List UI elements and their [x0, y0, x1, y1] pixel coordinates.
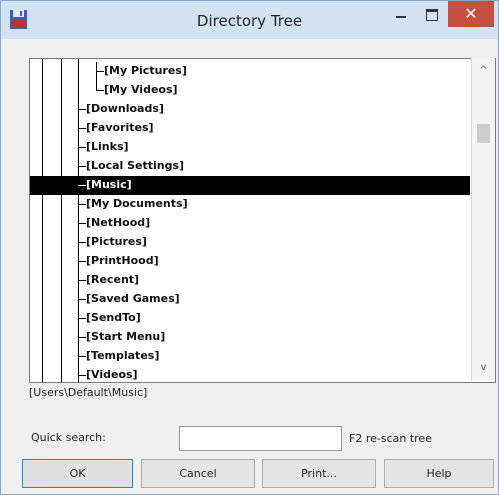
tree-item-label: [Local Settings]	[86, 159, 185, 172]
tree-branch-line	[78, 337, 86, 338]
minimize-icon	[396, 16, 406, 18]
tree-branch-line	[78, 166, 86, 167]
tree-item[interactable]: [Favorites]	[30, 119, 470, 138]
tree-branch-line	[78, 223, 86, 224]
maximize-icon	[426, 9, 438, 21]
tree-item-label: [My Pictures]	[104, 64, 187, 77]
tree-branch-line	[96, 81, 97, 91]
tree-branch-line	[78, 356, 86, 357]
directory-tree[interactable]: [My Pictures] [My Videos] [Downloads] [Favo…	[29, 58, 496, 383]
title-bar[interactable]: Directory Tree ✕	[1, 1, 498, 39]
tree-branch-line	[78, 280, 86, 281]
maximize-button[interactable]	[417, 1, 447, 27]
tree-item[interactable]: [Videos]	[30, 366, 470, 382]
tree-item-label: [My Documents]	[86, 197, 188, 210]
quick-search-label: Quick search:	[31, 431, 106, 444]
scroll-thumb[interactable]	[477, 124, 490, 143]
tree-branch-line	[78, 204, 86, 205]
tree-item-label: [My Videos]	[104, 83, 178, 96]
tree-branch-line	[78, 318, 86, 319]
tree-branch-line	[78, 242, 86, 243]
tree-item[interactable]: [Templates]	[30, 347, 470, 366]
tree-item[interactable]: [Downloads]	[30, 100, 470, 119]
tree-item[interactable]: [Recent]	[30, 271, 470, 290]
tree-branch-line	[78, 185, 86, 186]
close-icon: ✕	[464, 4, 478, 23]
tree-item-label: [Pictures]	[86, 235, 147, 248]
close-button[interactable]: ✕	[448, 1, 494, 27]
tree-item[interactable]: [Saved Games]	[30, 290, 470, 309]
tree-branch-line	[78, 261, 86, 262]
tree-item-label: [PrintHood]	[86, 254, 159, 267]
tree-item[interactable]: [Local Settings]	[30, 157, 470, 176]
tree-branch-line	[78, 299, 86, 300]
ok-button[interactable]: OK	[22, 459, 133, 488]
directory-tree-window: Directory Tree ✕ [My Pictures] [My Videos…	[0, 0, 499, 495]
tree-item-label: [Templates]	[86, 349, 160, 362]
quick-search-input[interactable]	[179, 426, 342, 451]
tree-item-label: [Favorites]	[86, 121, 154, 134]
tree-scrollbar[interactable]: ^ v	[471, 58, 495, 381]
tree-branch-line	[78, 147, 86, 148]
current-path: [Users\Default\Music]	[29, 386, 148, 399]
minimize-button[interactable]	[386, 1, 416, 27]
cancel-button[interactable]: Cancel	[141, 459, 255, 488]
tree-item-label: [Downloads]	[86, 102, 164, 115]
help-button[interactable]: Help	[384, 459, 494, 488]
tree-item[interactable]: [Links]	[30, 138, 470, 157]
tree-item[interactable]: [Start Menu]	[30, 328, 470, 347]
tree-branch-line	[96, 90, 104, 91]
tree-item-label: [Saved Games]	[86, 292, 180, 305]
tree-item[interactable]: [My Pictures]	[30, 62, 470, 81]
tree-item[interactable]: [My Documents]	[30, 195, 470, 214]
tree-branch-line	[78, 128, 86, 129]
tree-item-selected[interactable]: [Music]	[30, 176, 470, 195]
tree-branch-line	[78, 375, 86, 376]
tree-branch-line	[96, 71, 104, 72]
tree-item-label: [SendTo]	[86, 311, 141, 324]
tree-item[interactable]: [My Videos]	[30, 81, 470, 100]
tree-item[interactable]: [SendTo]	[30, 309, 470, 328]
scroll-down-icon[interactable]: v	[472, 359, 495, 377]
tree-item[interactable]: [PrintHood]	[30, 252, 470, 271]
tree-item-label: [Links]	[86, 140, 129, 153]
tree-item-label: [Videos]	[86, 368, 138, 381]
tree-branch-line	[96, 62, 97, 81]
scroll-up-icon[interactable]: ^	[472, 62, 495, 80]
print-button[interactable]: Print...	[262, 459, 376, 488]
tree-item-label: [NetHood]	[86, 216, 151, 229]
tree-branch-line	[78, 109, 86, 110]
tree-item[interactable]: [NetHood]	[30, 214, 470, 233]
tree-item[interactable]: [Pictures]	[30, 233, 470, 252]
tree-item-label: [Recent]	[86, 273, 140, 286]
tree-item-label: [Music]	[86, 178, 132, 191]
rescan-hint: F2 re-scan tree	[349, 432, 432, 445]
tree-item-label: [Start Menu]	[86, 330, 166, 343]
